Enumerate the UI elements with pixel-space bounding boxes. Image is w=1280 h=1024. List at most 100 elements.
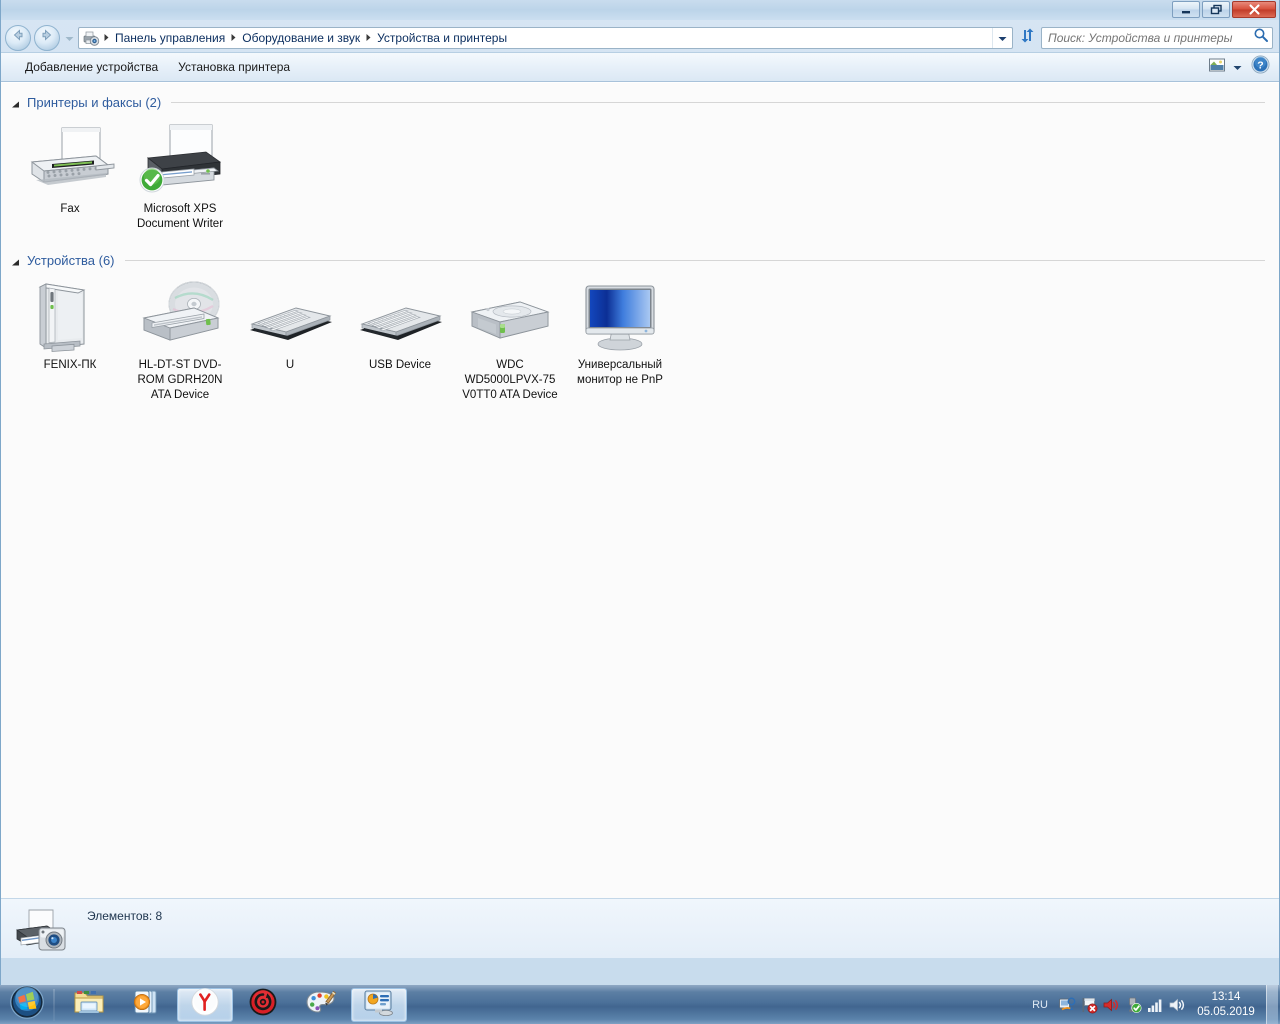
triangle-collapse-icon[interactable] xyxy=(11,255,21,266)
breadcrumb-separator-0 xyxy=(102,33,111,42)
breadcrumb-item-2[interactable]: Устройства и принтеры xyxy=(373,30,511,46)
monitor-icon xyxy=(572,278,668,354)
taskbar-items xyxy=(55,985,407,1024)
printer-icon xyxy=(132,122,228,198)
breadcrumb-item-0[interactable]: Панель управления xyxy=(111,30,229,46)
taskbar-antivirus[interactable] xyxy=(235,988,291,1022)
keyboard-icon xyxy=(242,278,338,354)
device-label: USB Device xyxy=(369,359,431,371)
devices-and-printers-icon xyxy=(82,29,100,47)
device-tile-fax[interactable]: Fax xyxy=(15,117,125,224)
history-dropdown-button[interactable] xyxy=(63,25,75,51)
forward-button[interactable] xyxy=(34,24,60,51)
group-printers-and-faxes-header[interactable]: Принтеры и факсы (2) xyxy=(1,83,1279,111)
language-indicator[interactable]: RU xyxy=(1024,999,1056,1011)
group-title: Устройства (6) xyxy=(27,252,115,268)
device-label: FENIX-ПК xyxy=(43,359,97,371)
yandex-browser-icon xyxy=(190,987,220,1022)
search-input[interactable] xyxy=(1048,30,1253,45)
group-devices-header[interactable]: Устройства (6) xyxy=(1,239,1279,268)
network-signal-icon[interactable] xyxy=(1144,991,1166,1019)
devices-and-printers-icon xyxy=(363,988,395,1021)
clock-time: 13:14 xyxy=(1211,990,1241,1003)
network-sync-icon[interactable] xyxy=(1056,991,1078,1019)
back-arrow-icon xyxy=(10,27,26,48)
device-tile-usb-device[interactable]: USB Device xyxy=(345,273,455,380)
group-title: Принтеры и факсы (2) xyxy=(27,94,162,110)
breadcrumb-item-1[interactable]: Оборудование и звук xyxy=(238,30,364,46)
device-label: WDC WD5000LPVX-75 V0TT0 ATA Device xyxy=(462,359,558,401)
view-options-dropdown[interactable] xyxy=(1229,56,1245,78)
svg-text:?: ? xyxy=(1257,60,1263,72)
dvd-drive-icon xyxy=(132,278,228,354)
device-tile-xps-writer[interactable]: Microsoft XPS Document Writer xyxy=(125,117,235,239)
view-options-icon xyxy=(1208,57,1226,78)
search-icon xyxy=(1253,27,1269,48)
taskbar-media-player[interactable] xyxy=(119,988,175,1022)
minimize-button[interactable] xyxy=(1172,1,1200,18)
action-center-flag-icon[interactable] xyxy=(1078,991,1100,1019)
help-icon: ? xyxy=(1250,55,1270,79)
device-label: HL-DT-ST DVD-ROM GDRH20N ATA Device xyxy=(137,359,223,401)
system-tray: RU 13:14 05.05.2019 xyxy=(1024,985,1280,1024)
clock-date: 05.05.2019 xyxy=(1197,1005,1255,1018)
address-bar[interactable]: Панель управления Оборудование и звук Ус… xyxy=(78,26,1013,49)
chevron-down-icon xyxy=(998,29,1007,47)
red-shield-icon xyxy=(248,987,278,1022)
usb-safely-remove-icon[interactable] xyxy=(1122,991,1144,1019)
show-desktop-button[interactable] xyxy=(1266,985,1278,1024)
devices-tile-row: FENIX-ПК HL-DT-ST DVD-ROM GDRH20N ATA De… xyxy=(1,267,1279,410)
status-bar: Элементов: 8 xyxy=(1,898,1279,958)
volume-muted-icon[interactable] xyxy=(1100,991,1122,1019)
volume-icon[interactable] xyxy=(1166,991,1188,1019)
content-area: Принтеры и факсы (2) Fax Microsoft XPS D… xyxy=(1,82,1279,958)
command-bar: Добавление устройства Установка принтера xyxy=(1,52,1279,82)
desktop-computer-icon xyxy=(22,278,118,354)
taskbar-devices-printers[interactable] xyxy=(351,987,407,1022)
hard-disk-icon xyxy=(462,278,558,354)
taskbar-yandex-browser[interactable] xyxy=(177,987,233,1022)
search-box[interactable] xyxy=(1041,26,1273,49)
explorer-window: Панель управления Оборудование и звук Ус… xyxy=(0,0,1280,985)
back-button[interactable] xyxy=(5,24,31,51)
taskbar-explorer[interactable] xyxy=(61,988,117,1022)
default-printer-check-icon xyxy=(139,167,165,193)
device-label: Универсальный монитор не PnP xyxy=(577,359,663,386)
address-bar-row: Панель управления Оборудование и звук Ус… xyxy=(1,20,1279,52)
start-button[interactable] xyxy=(1,985,53,1023)
add-printer-button[interactable]: Установка принтера xyxy=(168,56,300,78)
device-tile-dvd-rom[interactable]: HL-DT-ST DVD-ROM GDRH20N ATA Device xyxy=(125,273,235,410)
device-label: Microsoft XPS Document Writer xyxy=(136,203,224,230)
group-divider xyxy=(171,101,1265,103)
taskbar-paint[interactable] xyxy=(293,988,349,1022)
add-device-button[interactable]: Добавление устройства xyxy=(15,56,168,78)
breadcrumb-separator-1 xyxy=(229,33,238,42)
device-label: U xyxy=(285,359,295,371)
refresh-icon xyxy=(1019,27,1036,49)
triangle-collapse-icon[interactable] xyxy=(11,97,21,108)
device-tile-wdc-disk[interactable]: WDC WD5000LPVX-75 V0TT0 ATA Device xyxy=(455,273,565,410)
clock[interactable]: 13:14 05.05.2019 xyxy=(1188,990,1264,1020)
view-options-button[interactable] xyxy=(1205,56,1229,78)
device-tile-monitor[interactable]: Универсальный монитор не PnP xyxy=(565,273,675,395)
device-tile-fenix-pc[interactable]: FENIX-ПК xyxy=(15,273,125,380)
chevron-down-icon xyxy=(65,29,74,47)
address-dropdown-button[interactable] xyxy=(992,27,1012,48)
group-divider xyxy=(124,259,1265,261)
device-tile-u[interactable]: U xyxy=(235,273,345,380)
restore-button[interactable] xyxy=(1202,1,1230,18)
media-player-icon xyxy=(131,987,163,1022)
folder-explorer-icon xyxy=(73,987,105,1022)
keyboard-icon xyxy=(352,278,448,354)
fax-machine-icon xyxy=(22,122,118,198)
refresh-button[interactable] xyxy=(1016,27,1038,49)
close-button[interactable] xyxy=(1232,1,1276,18)
help-button[interactable]: ? xyxy=(1245,55,1275,79)
status-item-count: Элементов: 8 xyxy=(87,909,163,923)
forward-arrow-icon xyxy=(39,27,55,48)
breadcrumb-separator-2 xyxy=(364,33,373,42)
window-controls xyxy=(1172,1,1276,18)
chevron-down-icon xyxy=(1233,58,1242,76)
device-label: Fax xyxy=(60,203,80,215)
paint-palette-icon xyxy=(305,987,337,1022)
